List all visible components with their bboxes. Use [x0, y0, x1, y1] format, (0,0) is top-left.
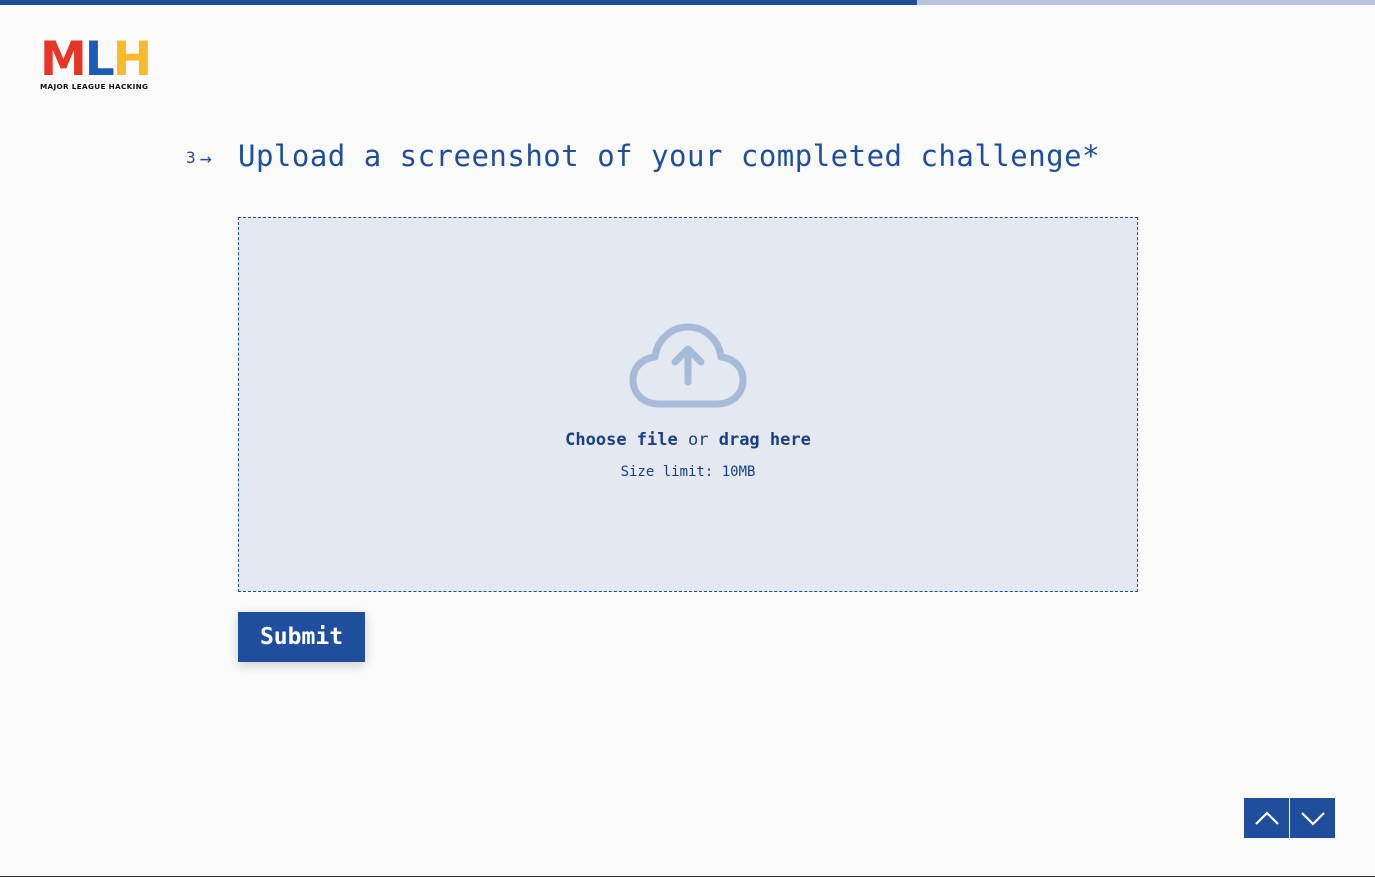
question-number-value: 3: [186, 148, 196, 167]
question-number: 3 →: [186, 145, 212, 170]
logo-letter-h: H: [112, 32, 152, 87]
file-upload-dropzone[interactable]: Choose file or drag here Size limit: 10M…: [238, 217, 1138, 592]
mlh-logo: M L H MAJOR LEAGUE HACKING: [40, 32, 160, 94]
arrow-right-icon: →: [199, 145, 212, 170]
upload-instructions: Choose file or drag here: [565, 430, 811, 450]
progress-bar-fill: [0, 0, 918, 5]
upload-or-text: or: [687, 430, 709, 450]
submit-button[interactable]: Submit: [238, 612, 365, 662]
progress-bar: [0, 0, 1375, 5]
previous-question-button[interactable]: [1244, 798, 1289, 838]
question-title: Upload a screenshot of your completed ch…: [238, 139, 1101, 173]
size-limit-text: Size limit: 10MB: [620, 464, 756, 480]
logo-letter-l: L: [84, 32, 115, 87]
drag-here-text: drag here: [718, 430, 811, 450]
logo-letter-m: M: [40, 32, 87, 87]
choose-file-link[interactable]: Choose file: [565, 430, 678, 450]
chevron-up-icon: [1254, 811, 1279, 825]
question-navigation: [1244, 798, 1335, 838]
chevron-down-icon: [1300, 812, 1325, 826]
cloud-upload-icon: [629, 323, 747, 408]
form-page: M L H MAJOR LEAGUE HACKING 3 → Upload a …: [0, 0, 1375, 877]
logo-tagline: MAJOR LEAGUE HACKING: [40, 82, 149, 91]
next-question-button[interactable]: [1290, 798, 1335, 838]
